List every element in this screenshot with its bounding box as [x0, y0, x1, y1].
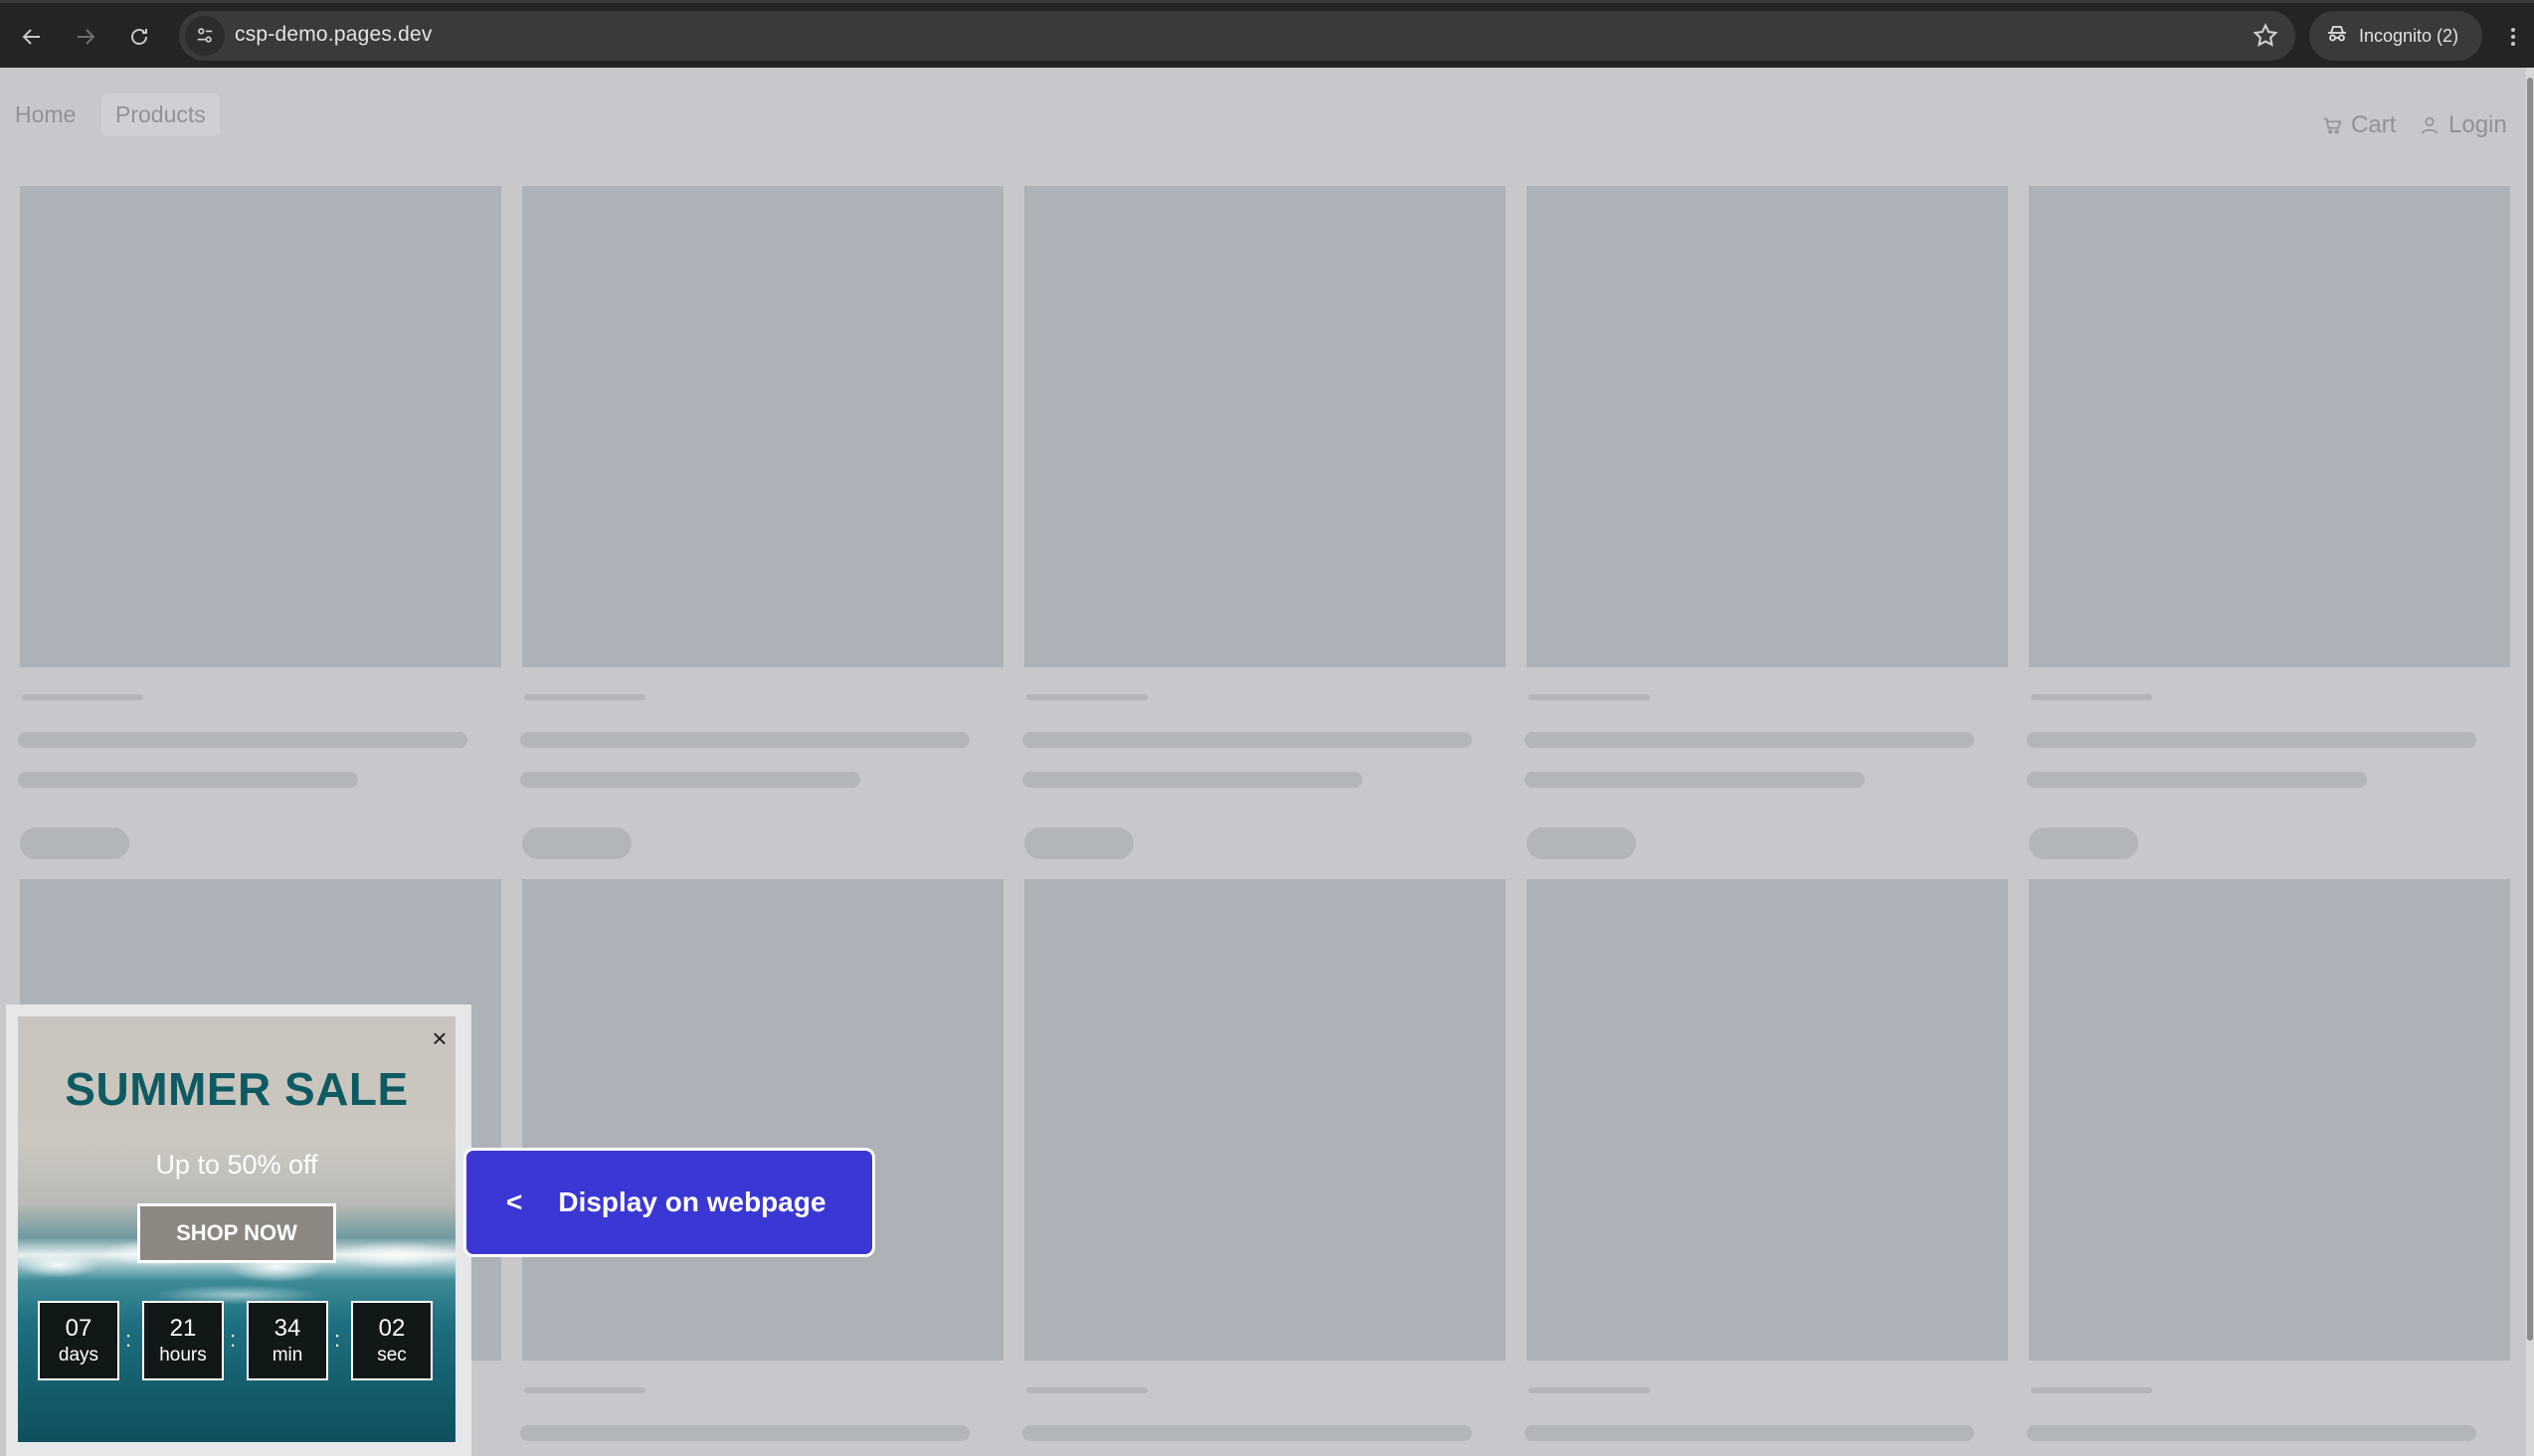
skeleton-line — [1525, 772, 1865, 788]
url-text[interactable]: csp-demo.pages.dev — [235, 23, 433, 47]
cart-label: Cart — [2351, 111, 2397, 138]
close-icon[interactable]: × — [428, 1025, 452, 1051]
address-bar[interactable]: csp-demo.pages.dev — [179, 11, 2295, 61]
product-image-placeholder — [1527, 879, 2008, 1361]
skeleton-line — [520, 732, 970, 748]
chevron-left-icon: < — [506, 1186, 523, 1217]
skeleton-line — [18, 732, 467, 748]
product-image-placeholder — [2029, 186, 2510, 667]
countdown-days: 07 days — [38, 1301, 119, 1380]
countdown-value: 21 — [169, 1315, 197, 1342]
countdown-value: 34 — [273, 1315, 301, 1342]
skeleton-line — [1022, 1425, 1472, 1441]
skeleton-line — [524, 694, 645, 700]
countdown-unit: sec — [377, 1345, 407, 1365]
countdown-value: 07 — [65, 1315, 92, 1342]
countdown-value: 02 — [378, 1315, 406, 1342]
reload-icon[interactable] — [119, 17, 159, 57]
countdown-unit: min — [272, 1345, 303, 1365]
skeleton-chip — [1024, 827, 1134, 859]
scrollbar-thumb[interactable] — [2527, 78, 2533, 1341]
skeleton-line — [520, 772, 860, 788]
skeleton-line — [1022, 732, 1472, 748]
skeleton-line — [18, 772, 358, 788]
popup-title: SUMMER SALE — [65, 1063, 409, 1115]
skeleton-line — [1525, 1425, 1974, 1441]
skeleton-line — [1529, 1387, 1650, 1393]
skeleton-chip — [20, 827, 129, 859]
incognito-icon — [2325, 22, 2349, 51]
skeleton-line — [1529, 694, 1650, 700]
countdown-unit: hours — [159, 1345, 207, 1365]
login-link[interactable]: Login — [2419, 111, 2507, 139]
popup-subtitle: Up to 50% off — [155, 1150, 318, 1180]
product-image-placeholder — [522, 879, 1003, 1361]
product-image-placeholder — [522, 186, 1003, 667]
skeleton-line — [520, 1425, 970, 1441]
login-label: Login — [2448, 111, 2507, 138]
countdown-hours: 21 hours — [142, 1301, 224, 1380]
countdown-seconds: 02 sec — [351, 1301, 433, 1380]
incognito-indicator[interactable]: Incognito (2) — [2309, 11, 2482, 61]
cart-icon — [2323, 117, 2342, 134]
nav-products[interactable]: Products — [101, 93, 220, 136]
skeleton-chip — [522, 827, 632, 859]
skeleton-line — [22, 694, 143, 700]
user-icon — [2421, 116, 2439, 134]
kebab-menu-icon[interactable] — [2498, 17, 2528, 57]
skeleton-line — [2027, 772, 2367, 788]
skeleton-chip — [2029, 827, 2138, 859]
incognito-label: Incognito (2) — [2359, 25, 2459, 46]
star-icon[interactable] — [2252, 22, 2279, 50]
product-image-placeholder — [1024, 879, 1506, 1361]
summer-sale-popup: × SUMMER SALE Up to 50% off SHOP NOW 07 … — [18, 1016, 455, 1442]
skeleton-line — [2031, 1387, 2152, 1393]
skeleton-line — [1022, 772, 1362, 788]
display-on-webpage-label: Display on webpage — [558, 1186, 826, 1217]
countdown-separator: : — [230, 1327, 237, 1352]
forward-arrow-icon[interactable] — [66, 17, 105, 57]
site-header: Home Products Cart Login — [0, 68, 2526, 177]
countdown-minutes: 34 min — [247, 1301, 328, 1380]
skeleton-line — [2031, 694, 2152, 700]
skeleton-line — [1525, 732, 1974, 748]
shop-now-button[interactable]: SHOP NOW — [137, 1203, 336, 1263]
skeleton-line — [1026, 694, 1148, 700]
back-arrow-icon[interactable] — [12, 17, 52, 57]
product-image-placeholder — [2029, 879, 2510, 1361]
countdown-timer: 07 days : 21 hours : 34 min : 02 sec — [38, 1301, 436, 1384]
skeleton-line — [2027, 1425, 2476, 1441]
skeleton-line — [524, 1387, 645, 1393]
skeleton-chip — [1527, 827, 1636, 859]
nav-home[interactable]: Home — [15, 101, 76, 128]
skeleton-line — [1026, 1387, 1148, 1393]
countdown-unit: days — [58, 1345, 99, 1365]
countdown-separator: : — [125, 1327, 132, 1352]
cart-link[interactable]: Cart — [2321, 111, 2396, 139]
product-image-placeholder — [1024, 186, 1506, 667]
product-image-placeholder — [20, 186, 501, 667]
display-on-webpage-button[interactable]: < Display on webpage — [463, 1148, 875, 1257]
skeleton-line — [2027, 732, 2476, 748]
countdown-separator: : — [334, 1327, 341, 1352]
browser-toolbar: csp-demo.pages.dev Incognito (2) — [0, 0, 2534, 68]
tune-icon[interactable] — [185, 16, 225, 56]
product-image-placeholder — [1527, 186, 2008, 667]
